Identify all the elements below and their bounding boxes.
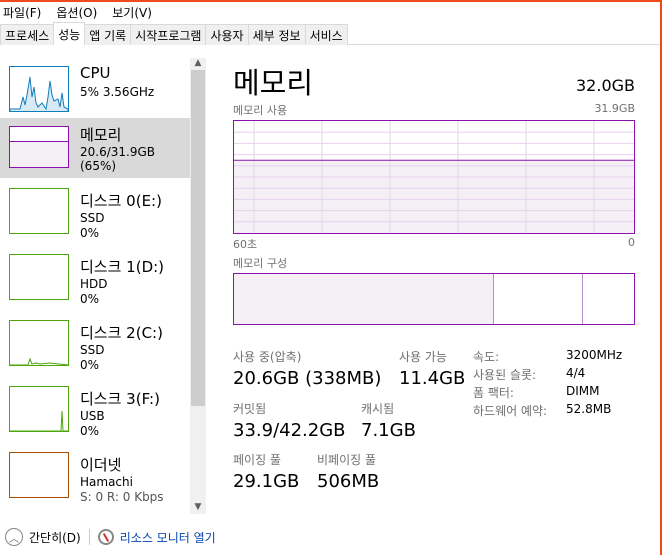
item-subtitle: USB [80,409,105,423]
menu-file[interactable]: 파일(F) [0,2,53,22]
memory-usage-graph [233,120,635,234]
disk-thumbnail [9,386,69,432]
chevron-up-icon[interactable]: ︿ [5,528,23,546]
prop-form-factor: 폼 팩터: DIMM [473,384,600,400]
prop-speed: 속도: 3200MHz [473,348,623,364]
item-value: 0% [80,226,100,240]
menu-bar: 파일(F) 옵션(O) 보기(V) [0,2,164,22]
ethernet-thumbnail [9,452,69,498]
disk-thumbnail [9,320,69,366]
sidebar-item-disk1[interactable]: 디스크 1(D:) HDD 0% [0,244,190,310]
usage-graph-label: 메모리 사용 [233,104,288,117]
item-title: CPU [80,64,111,82]
memory-thumbnail [9,126,69,168]
item-title: 메모리 [80,126,122,144]
item-subtitle: Hamachi [80,475,133,489]
stat-nonpaged-pool: 비페이징 풀 506MB [317,453,380,492]
axis-left-label: 60초 [233,238,258,251]
sidebar-scrollbar[interactable]: ▲ ▼ [190,58,206,514]
sidebar-item-disk0[interactable]: 디스크 0(E:) SSD 0% [0,178,190,244]
scroll-up-icon[interactable]: ▲ [190,58,206,70]
sidebar-item-disk3[interactable]: 디스크 3(F:) USB 0% [0,376,190,442]
sidebar-item-memory[interactable]: 메모리 20.6/31.9GB (65%) [0,118,190,178]
memory-properties: 속도: 3200MHz 사용된 슬롯: 4/4 폼 팩터: DIMM 하드웨어 예약:… [473,348,622,420]
cpu-thumbnail [9,66,69,112]
item-title: 디스크 0(E:) [80,192,162,210]
item-value: 0% [80,358,100,372]
sidebar-item-cpu[interactable]: CPU 5% 3.56GHz [0,52,190,118]
composition-label: 메모리 구성 [233,257,288,270]
tab-details[interactable]: 세부 정보 [247,24,306,45]
stat-committed: 커밋됨 33.9/42.2GB [233,402,346,441]
scroll-down-icon[interactable]: ▼ [190,502,206,514]
tab-app-history[interactable]: 앱 기록 [84,24,132,45]
item-title: 디스크 2(C:) [80,324,163,342]
item-title: 이더넷 [80,456,122,474]
item-subtitle: 20.6/31.9GB (65%) [80,145,156,173]
resource-list: CPU 5% 3.56GHz 메모리 20.6/31.9GB (65%) 디스크… [0,52,190,514]
stat-cached: 캐시됨 7.1GB [361,402,416,441]
tab-users[interactable]: 사용자 [205,24,249,45]
disk-thumbnail [9,254,69,300]
menu-view[interactable]: 보기(V) [109,2,164,22]
tab-startup[interactable]: 시작프로그램 [130,24,207,45]
item-title: 디스크 1(D:) [80,258,165,276]
page-title: 메모리 [233,66,314,100]
prop-hw-reserved: 하드웨어 예약: 52.8MB [473,402,612,418]
item-title: 디스크 3(F:) [80,390,160,408]
stat-available: 사용 가능 11.4GB [399,350,466,389]
item-subtitle: SSD [80,343,105,357]
menu-options[interactable]: 옵션(O) [53,2,109,22]
scrollbar-thumb[interactable] [191,70,205,406]
in-use-segment [234,274,494,324]
tab-performance[interactable]: 성능 [53,22,86,45]
item-subtitle: SSD [80,211,105,225]
disk-thumbnail [9,188,69,234]
memory-composition-bar [233,273,635,325]
open-resource-monitor-link[interactable]: 리소스 모니터 열기 [120,529,216,546]
item-subtitle: 5% 3.56GHz [80,85,155,99]
axis-right-label: 0 [628,236,635,249]
item-value: S: 0 R: 0 Kbps [80,490,164,504]
usage-graph-max: 31.9GB [594,102,635,115]
tab-processes[interactable]: 프로세스 [0,24,55,45]
tab-bar: 프로세스 성능 앱 기록 시작프로그램 사용자 세부 정보 서비스 [0,22,660,45]
prop-slots: 사용된 슬롯: 4/4 [473,366,586,382]
tab-services[interactable]: 서비스 [304,24,348,45]
footer: ︿ 간단히(D) 리소스 모니터 열기 [0,526,216,548]
item-value: 0% [80,292,100,306]
item-value: 0% [80,424,100,438]
total-memory: 32.0GB [576,76,635,95]
divider [88,529,90,545]
stat-in-use: 사용 중(압축) 20.6GB (338MB) [233,350,382,389]
fewer-details-button[interactable]: 간단히(D) [29,529,81,546]
resource-monitor-icon[interactable] [97,529,114,545]
sidebar-item-ethernet[interactable]: 이더넷 Hamachi S: 0 R: 0 Kbps [0,442,190,508]
standby-divider [582,274,583,324]
stat-paged-pool: 페이징 풀 29.1GB [233,453,300,492]
sidebar-item-disk2[interactable]: 디스크 2(C:) SSD 0% [0,310,190,376]
item-subtitle: HDD [80,277,108,291]
